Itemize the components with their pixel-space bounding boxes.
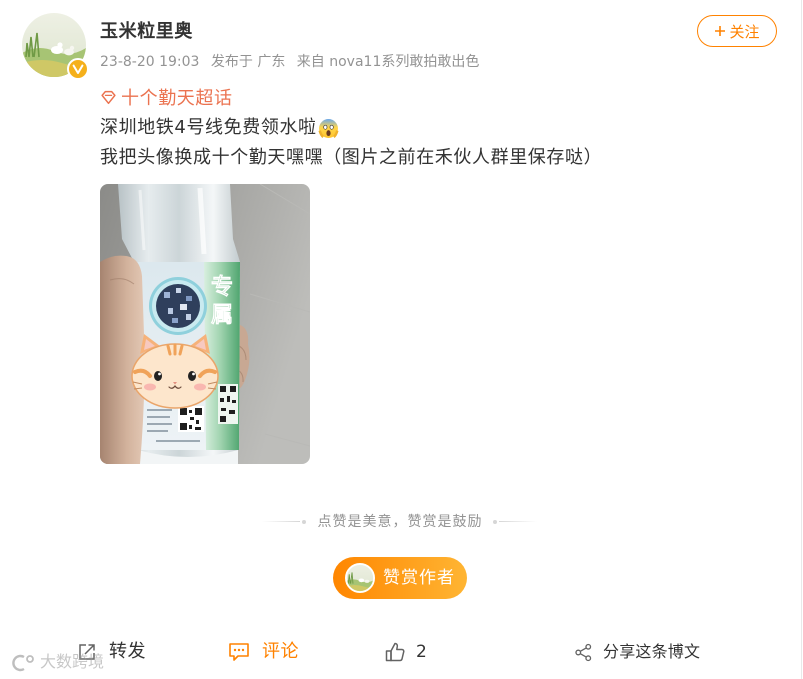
qr-code — [178, 406, 204, 432]
post-text-line-2: 我把头像换成十个勤天嘿嘿（图片之前在禾伙人群里保存哒） — [100, 147, 603, 168]
post-photo: 专 属 — [100, 184, 310, 464]
post-image[interactable]: 专 属 — [100, 184, 310, 464]
share-post-button[interactable]: 分享这条博文 — [603, 640, 700, 664]
follow-button[interactable]: 关注 — [697, 15, 777, 47]
share-icon[interactable] — [574, 643, 593, 662]
watermark-text: 大数跨境 — [40, 652, 105, 671]
comment-button[interactable]: 评论 — [262, 640, 299, 664]
bottle-label-char-1: 专 — [211, 274, 233, 300]
repost-button[interactable]: 转发 — [109, 640, 146, 664]
weibo-post-card: 玉米粒里奥 关注 23-8-20 19:03 发布于 广东 来自 nova11系… — [0, 0, 803, 679]
plus-icon — [715, 26, 726, 36]
supertopic-label: 十个勤天超话 — [121, 88, 233, 109]
post-source: 来自 nova11系列敢拍敢出色 — [296, 54, 480, 70]
post-text: 深圳地铁4号线免费领水啦 — [100, 117, 317, 138]
bottle-label-char-2: 属 — [211, 303, 233, 328]
qr-code-green — [218, 384, 238, 424]
comment-icon[interactable] — [228, 642, 250, 662]
verified-badge-icon — [67, 58, 89, 80]
divider-dot-right — [493, 519, 497, 524]
author-name[interactable]: 玉米粒里奥 — [100, 20, 193, 44]
post-location: 发布于 广东 — [210, 54, 286, 70]
label-circle-photo — [149, 277, 207, 335]
watermark-logo-icon — [8, 653, 38, 673]
reward-button-label: 赞赏作者 — [383, 568, 455, 588]
divider-line-right — [499, 521, 537, 522]
reward-author-button[interactable]: 赞赏作者 — [333, 557, 467, 599]
post-text-line-1: 深圳地铁4号线免费领水啦 — [100, 114, 339, 142]
reward-avatar — [345, 563, 375, 593]
supertopic-link[interactable]: 十个勤天超话 — [100, 84, 233, 110]
cat-sticker — [131, 334, 219, 409]
follow-label: 关注 — [729, 22, 760, 41]
reward-divider-text: 点赞是美意，赞赏是鼓励 — [317, 514, 483, 530]
divider-line-left — [262, 521, 300, 522]
card-right-border — [801, 0, 802, 679]
like-count[interactable]: 2 — [416, 640, 427, 664]
post-time[interactable]: 23-8-20 19:03 — [100, 54, 199, 70]
supertopic-icon — [101, 90, 116, 104]
post-meta: 23-8-20 19:03 发布于 广东 来自 nova11系列敢拍敢出色 — [100, 52, 486, 72]
scream-emoji-icon — [318, 118, 339, 138]
thumbs-up-icon[interactable] — [384, 641, 406, 663]
divider-dot-left — [302, 519, 306, 524]
